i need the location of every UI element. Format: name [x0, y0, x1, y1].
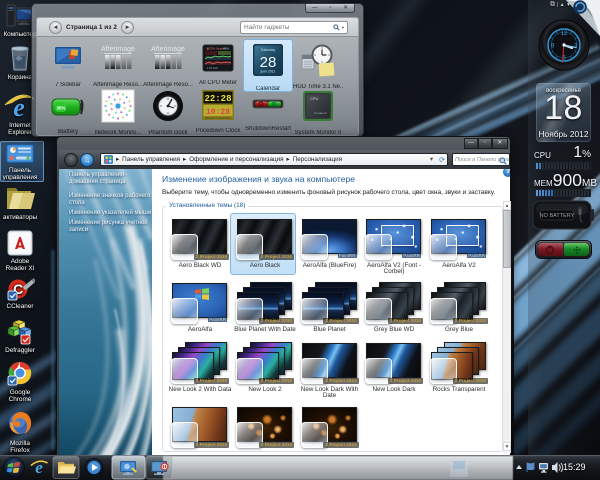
svg-text:28: 28 [260, 54, 277, 71]
svg-text:Moscow, Current time: Moscow, Current time [205, 116, 231, 120]
svg-text:Afterimage: Afterimage [151, 46, 185, 53]
svg-text:NO BATTERY: NO BATTERY [540, 213, 575, 219]
svg-text:Afterimage: Afterimage [101, 46, 135, 53]
svg-text:35%: 35% [56, 106, 65, 111]
svg-text:12: 12 [561, 31, 568, 37]
svg-text:1.63 GHz: 1.63 GHz [207, 66, 219, 70]
svg-text:Frequenc: Frequenc [314, 111, 327, 115]
svg-text:Saturday: Saturday [261, 48, 276, 52]
svg-text:CPU: CPU [310, 96, 319, 101]
svg-text:48%: 48% [223, 47, 229, 51]
svg-text:june 2011: june 2011 [260, 70, 276, 74]
svg-text:22:28: 22:28 [204, 94, 231, 104]
svg-text:10:28: 10:28 [206, 108, 230, 117]
